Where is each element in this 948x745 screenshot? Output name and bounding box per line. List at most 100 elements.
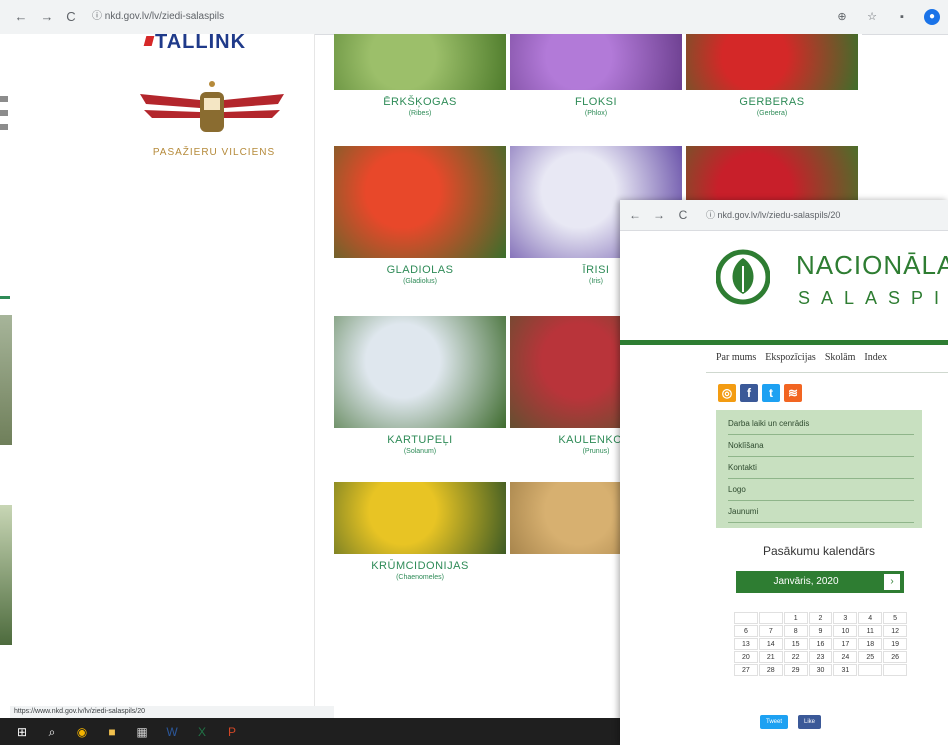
calendar-day[interactable]: 22 — [783, 651, 808, 663]
file-explorer-icon[interactable]: ■ — [104, 724, 120, 740]
calendar-day[interactable]: 24 — [833, 651, 858, 663]
calendar-day[interactable]: 6 — [734, 625, 758, 637]
excel-icon[interactable]: X — [194, 724, 210, 740]
calendar-day[interactable]: 27 — [734, 664, 758, 676]
profile-avatar[interactable]: ● — [924, 9, 940, 25]
flower-card[interactable]: KARTUPEĻI (Solanum) — [334, 316, 506, 468]
calendar-day[interactable]: 5 — [883, 612, 908, 624]
feed-icon[interactable]: ≋ — [784, 384, 802, 402]
menu-item[interactable]: Ekspozīcijas — [765, 352, 816, 368]
flower-photo[interactable] — [334, 482, 506, 554]
calendar-next-button[interactable]: › — [884, 574, 900, 590]
calendar-day[interactable]: 16 — [808, 638, 833, 650]
calendar-day[interactable]: 29 — [783, 664, 808, 676]
star-icon[interactable]: ☆ — [864, 9, 880, 25]
calendar-day[interactable]: 19 — [883, 638, 908, 650]
back-button[interactable]: ← — [12, 8, 30, 26]
flower-photo[interactable] — [334, 316, 506, 428]
main-menu: Par mums Ekspozīcijas Skolām Index — [716, 352, 948, 368]
calendar-day[interactable]: 11 — [858, 625, 883, 637]
calendar-day[interactable]: 8 — [783, 625, 808, 637]
calendar-day[interactable]: 13 — [734, 638, 758, 650]
calendar-grid: 1 2 3 4 5 6 7 8 9 10 11 12 13 14 15 16 17 18 19 20 21 22 23 24 2… — [734, 612, 908, 677]
calendar-day[interactable]: 23 — [808, 651, 833, 663]
calendar-week: 20 21 22 23 24 25 26 — [734, 651, 908, 664]
calendar-day[interactable]: 9 — [808, 625, 833, 637]
reload-button[interactable]: C — [676, 207, 690, 223]
calendar-day[interactable]: 20 — [734, 651, 758, 663]
windows-start-icon[interactable]: ⊞ — [14, 724, 30, 740]
calendar-day[interactable]: 26 — [883, 651, 908, 663]
social-links: ◎ f t ≋ — [718, 384, 802, 402]
side-nav-item[interactable]: Darba laiki un cenrādis — [728, 414, 914, 435]
calendar-day[interactable]: 30 — [808, 664, 833, 676]
garden-logo-icon[interactable] — [716, 246, 770, 308]
powerpoint-icon[interactable]: P — [224, 724, 240, 740]
menu-item[interactable]: Skolām — [825, 352, 856, 368]
share-button[interactable]: Like — [798, 715, 822, 729]
extension-icon[interactable]: ▪ — [894, 9, 910, 25]
flower-card[interactable]: GLADIOLAS (Gladiolus) — [334, 146, 506, 298]
flower-name[interactable]: GERBERAS — [686, 96, 858, 108]
flower-card[interactable]: KRŪMCIDONIJAS (Chaenomeles) — [334, 482, 506, 581]
calendar-day[interactable]: 31 — [833, 664, 858, 676]
zoom-icon[interactable]: ⊕ — [834, 9, 850, 25]
flower-card[interactable]: ĒRKŠĶOGAS (Ribes) — [334, 34, 506, 130]
flower-latin-name: (Gladiolus) — [403, 278, 437, 285]
calendar-day[interactable]: 7 — [758, 625, 783, 637]
calendar-title: Pasākumu kalendārs — [762, 544, 876, 558]
calendar-day[interactable]: 2 — [808, 612, 833, 624]
facebook-icon[interactable]: f — [740, 384, 758, 402]
calendar-day[interactable]: 28 — [758, 664, 783, 676]
address-bar[interactable]: ⓘ nkd.gov.lv/lv/ziedi-salaspils — [92, 7, 472, 27]
tallink-logo[interactable]: TALLINK — [155, 34, 285, 50]
flower-name[interactable]: ĒRKŠĶOGAS — [334, 96, 506, 108]
calendar-day — [883, 664, 908, 676]
rail-logo-icon[interactable] — [140, 78, 284, 142]
reload-button[interactable]: C — [62, 8, 80, 26]
flower-photo[interactable] — [686, 34, 858, 90]
calendar-day[interactable]: 21 — [758, 651, 783, 663]
flower-name[interactable]: GLADIOLAS — [334, 264, 506, 276]
calendar-day[interactable]: 17 — [833, 638, 858, 650]
rss-icon[interactable]: ◎ — [718, 384, 736, 402]
flower-photo[interactable] — [510, 34, 682, 90]
menu-item[interactable]: Index — [864, 352, 887, 368]
flower-photo[interactable] — [334, 34, 506, 90]
calendar-day[interactable]: 12 — [883, 625, 908, 637]
side-nav-item[interactable]: Noklīšana — [728, 436, 914, 457]
forward-button[interactable]: → — [38, 8, 56, 26]
search-icon[interactable]: ⌕ — [44, 724, 60, 740]
calendar-day[interactable]: 14 — [758, 638, 783, 650]
foreground-browser-window: ← → C ⓘ nkd.gov.lv/lv/ziedu-salaspils/20… — [620, 200, 948, 745]
calendar-day[interactable]: 10 — [833, 625, 858, 637]
side-nav-item[interactable]: Kontakti — [728, 458, 914, 479]
share-button[interactable]: Tweet — [760, 715, 789, 729]
flower-photo[interactable] — [334, 146, 506, 258]
flower-name[interactable]: KARTUPEĻI — [334, 434, 506, 446]
twitter-icon[interactable]: t — [762, 384, 780, 402]
menu-item[interactable]: Par mums — [716, 352, 756, 368]
address-bar[interactable]: ⓘ nkd.gov.lv/lv/ziedu-salaspils/20 — [706, 206, 946, 224]
flower-latin-name: (Phlox) — [584, 110, 608, 117]
calendar-day[interactable]: 18 — [858, 638, 883, 650]
calendar-day[interactable]: 1 — [783, 612, 808, 624]
flower-name[interactable]: KRŪMCIDONIJAS — [334, 560, 506, 572]
side-nav-item[interactable]: Logo — [728, 480, 914, 501]
info-icon: ⓘ — [706, 210, 718, 220]
calendar-day[interactable]: 3 — [833, 612, 858, 624]
back-button[interactable]: ← — [628, 207, 642, 223]
forward-button[interactable]: → — [652, 207, 666, 223]
word-icon[interactable]: W — [164, 724, 180, 740]
calendar-month: Janvāris, 2020 — [773, 576, 839, 587]
flower-card[interactable]: FLOKSI (Phlox) — [510, 34, 682, 130]
calendar-day[interactable]: 15 — [783, 638, 808, 650]
calendar-day[interactable]: 4 — [858, 612, 883, 624]
taskbar: ⊞ ⌕ ◉ ■ ▦ W X P — [0, 718, 620, 745]
side-nav-item[interactable]: Jaunumi — [728, 502, 914, 523]
calculator-icon[interactable]: ▦ — [134, 724, 150, 740]
flower-card[interactable]: GERBERAS (Gerbera) — [686, 34, 858, 130]
chrome-icon[interactable]: ◉ — [74, 724, 90, 740]
calendar-day[interactable]: 25 — [858, 651, 883, 663]
flower-name[interactable]: FLOKSI — [510, 96, 682, 108]
